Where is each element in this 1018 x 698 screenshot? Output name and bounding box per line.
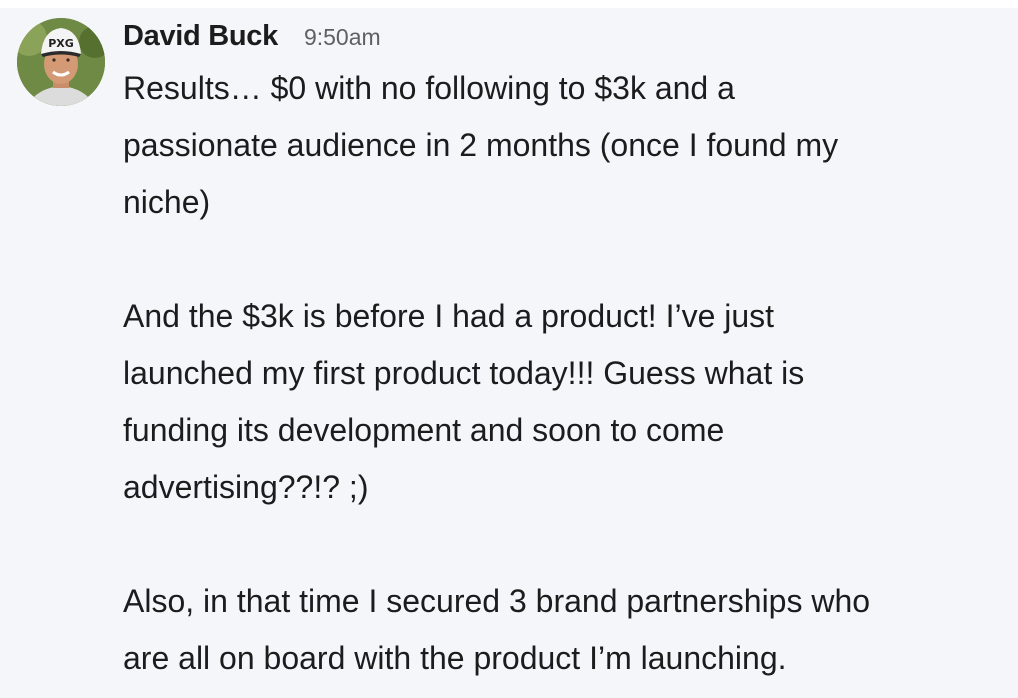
message-line: niche)	[123, 184, 211, 220]
timestamp[interactable]: 9:50am	[304, 24, 381, 51]
message-body: Results… $0 with no following to $3k and…	[123, 60, 1003, 687]
message-line: funding its development and soon to come	[123, 412, 725, 448]
message-header: David Buck 9:50am	[123, 20, 381, 60]
message-line: And the $3k is before I had a product! I…	[123, 298, 775, 334]
paragraph-break	[123, 516, 1003, 573]
message-line: advertising??!? ;)	[123, 469, 369, 505]
avatar[interactable]: PXG	[17, 18, 105, 106]
message-line: are all on board with the product I’m la…	[123, 640, 787, 676]
message-line: Also, in that time I secured 3 brand par…	[123, 583, 871, 619]
message-line: passionate audience in 2 months (once I …	[123, 127, 839, 163]
message-line: launched my first product today!!! Guess…	[123, 355, 805, 391]
message-line: Results… $0 with no following to $3k and…	[123, 70, 735, 106]
paragraph-break	[123, 231, 1003, 288]
author-name[interactable]: David Buck	[123, 20, 278, 53]
message-row: PXG David Buck 9:50am Results… $0 with n…	[0, 8, 1018, 698]
cap-logo-text: PXG	[48, 37, 74, 50]
